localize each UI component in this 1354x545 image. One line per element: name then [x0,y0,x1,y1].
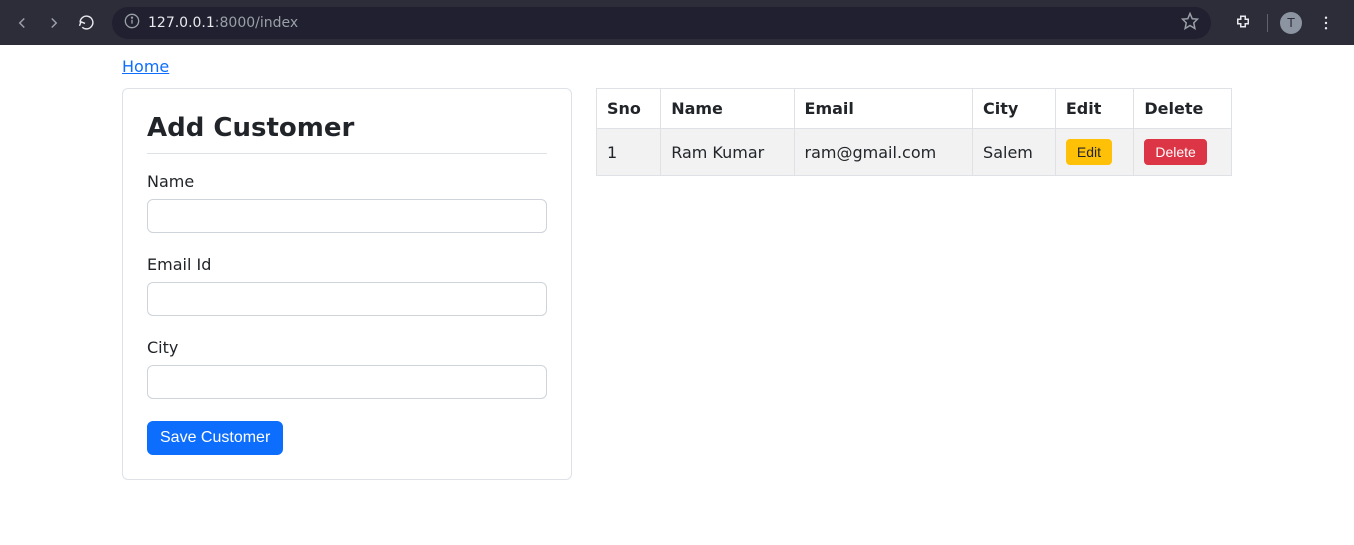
email-label: Email Id [147,255,547,274]
city-label: City [147,338,547,357]
customers-table: Sno Name Email City Edit Delete 1 Ram Ku… [596,88,1232,176]
edit-button[interactable]: Edit [1066,139,1112,165]
site-info-icon[interactable] [124,13,140,33]
cell-edit: Edit [1055,129,1133,176]
th-delete: Delete [1134,89,1232,129]
add-customer-card: Add Customer Name Email Id City Save Cus… [122,88,572,480]
email-input[interactable] [147,282,547,316]
table-header-row: Sno Name Email City Edit Delete [597,89,1232,129]
cell-name: Ram Kumar [661,129,794,176]
th-city: City [973,89,1056,129]
table-row: 1 Ram Kumar ram@gmail.com Salem Edit Del… [597,129,1232,176]
th-email: Email [794,89,973,129]
name-label: Name [147,172,547,191]
cell-sno: 1 [597,129,661,176]
card-title: Add Customer [147,113,547,154]
th-edit: Edit [1055,89,1133,129]
delete-button[interactable]: Delete [1144,139,1206,165]
forward-icon [42,11,66,35]
menu-dots-icon[interactable] [1314,11,1338,35]
th-sno: Sno [597,89,661,129]
profile-letter: T [1287,16,1294,30]
extensions-icon[interactable] [1231,11,1255,35]
cell-email: ram@gmail.com [794,129,973,176]
toolbar-divider [1267,14,1268,32]
name-input[interactable] [147,199,547,233]
save-customer-button[interactable]: Save Customer [147,421,283,455]
reload-icon[interactable] [74,11,98,35]
home-link[interactable]: Home [122,57,169,76]
cell-city: Salem [973,129,1056,176]
bookmark-icon[interactable] [1181,12,1199,34]
cell-delete: Delete [1134,129,1232,176]
address-bar[interactable]: 127.0.0.1:8000/index [112,7,1211,39]
profile-avatar[interactable]: T [1280,12,1302,34]
browser-toolbar: 127.0.0.1:8000/index T [0,0,1354,45]
url-text: 127.0.0.1:8000/index [148,15,298,31]
back-icon[interactable] [10,11,34,35]
city-input[interactable] [147,365,547,399]
th-name: Name [661,89,794,129]
